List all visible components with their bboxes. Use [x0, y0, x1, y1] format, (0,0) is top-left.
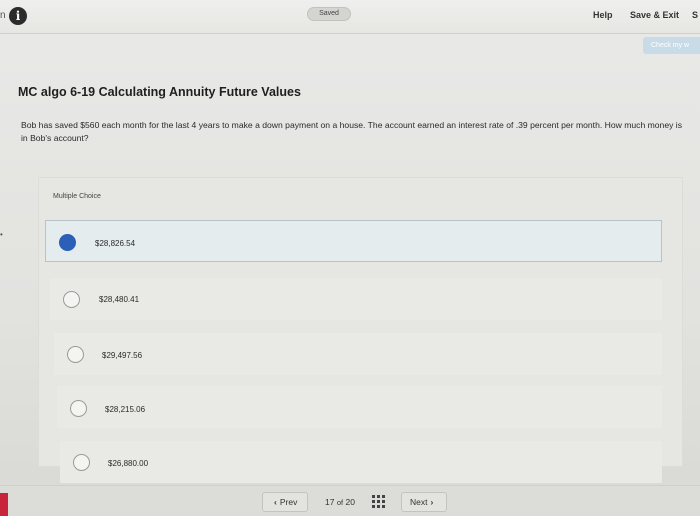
prev-label: Prev	[279, 497, 298, 507]
current-page: 17	[325, 497, 335, 507]
radio-button[interactable]	[63, 291, 80, 308]
answer-option-label: $26,880.00	[108, 459, 149, 468]
radio-button[interactable]	[73, 454, 90, 471]
multiple-choice-label: Multiple Choice	[53, 193, 101, 200]
top-left-fragment: n	[0, 10, 6, 21]
question-text: Bob has saved $560 each month for the la…	[21, 120, 682, 143]
save-exit-link[interactable]: Save & Exit	[630, 10, 679, 20]
total-pages: 20	[345, 497, 355, 507]
check-my-work-button[interactable]: Check my w	[643, 37, 700, 54]
answer-option-4[interactable]	[57, 386, 662, 428]
answer-option-1[interactable]	[45, 220, 662, 262]
prev-button[interactable]: ‹ Prev	[262, 492, 308, 512]
next-button[interactable]: Next ›	[401, 492, 447, 512]
of-label: of	[336, 498, 344, 507]
question-title: MC algo 6-19 Calculating Annuity Future …	[18, 85, 301, 99]
info-icon[interactable]: i	[9, 7, 27, 25]
page-indicator: 17 of 20	[325, 497, 355, 507]
help-link[interactable]: Help	[593, 10, 613, 20]
answer-option-label: $28,480.41	[99, 295, 140, 304]
answer-option-label: $28,826.54	[95, 239, 136, 248]
radio-button-checked[interactable]	[59, 234, 76, 251]
chevron-left-icon: ‹	[274, 497, 277, 507]
saved-status-badge: Saved	[307, 7, 351, 21]
radio-button[interactable]	[70, 400, 87, 417]
answer-option-label: $29,497.56	[102, 351, 143, 360]
answer-option-2[interactable]	[50, 278, 662, 320]
alert-tab[interactable]	[0, 493, 8, 516]
answer-option-5[interactable]	[60, 441, 662, 483]
answer-option-3[interactable]	[54, 333, 662, 375]
grid-icon[interactable]	[372, 495, 385, 508]
submit-link[interactable]: S	[692, 10, 698, 20]
radio-button[interactable]	[67, 346, 84, 363]
chevron-right-icon: ›	[430, 497, 434, 507]
edge-marker: •	[0, 230, 3, 239]
next-label: Next	[410, 497, 428, 507]
answer-option-label: $28,215.06	[105, 405, 146, 414]
